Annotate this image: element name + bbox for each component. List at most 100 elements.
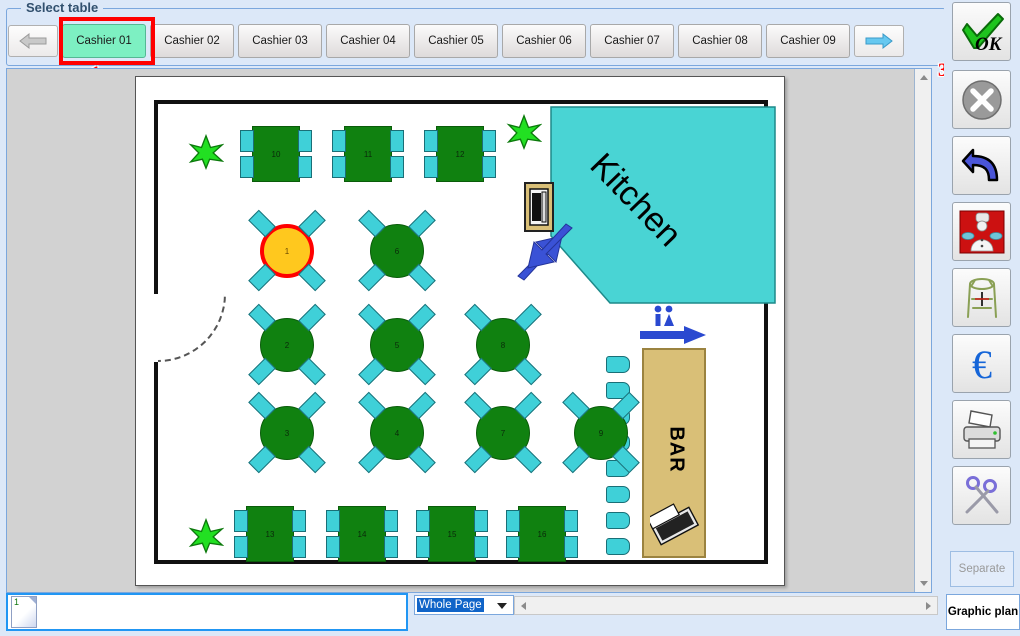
table-number: 12 [456,150,465,159]
gray-x-close-icon [960,78,1004,122]
table-group-12: 12 [436,126,484,182]
tab-cashier-04[interactable]: Cashier 04 [326,24,410,58]
table-group-1: 1 [260,224,314,278]
table-group-8: 8 [476,318,530,372]
tab-cashier-08[interactable]: Cashier 08 [678,24,762,58]
tab-label: Cashier 06 [516,35,572,47]
bar-label: BAR [665,420,688,480]
cancel-button[interactable] [952,70,1011,129]
table-group-7: 7 [476,406,530,460]
bar-stool[interactable] [606,512,630,529]
table-group-16: 16 [518,506,566,562]
svg-text:OK: OK [975,34,1003,54]
page-thumbnail[interactable]: 1 [11,596,37,628]
tab-next-button[interactable] [854,25,904,57]
separate-button[interactable]: Separate [950,551,1014,587]
canvas-vertical-scrollbar[interactable] [914,69,931,592]
chair [292,536,306,558]
tab-cashier-01[interactable]: Cashier 01 [62,24,146,58]
floorplan-canvas[interactable]: Kitchen [6,68,932,593]
printer-icon [959,408,1005,452]
payment-button[interactable]: € [952,334,1011,393]
bar-stool[interactable] [606,486,630,503]
chair [416,536,430,558]
restroom-direction-sign-icon [638,304,708,346]
svg-text:€: € [972,342,992,386]
tab-cashier-05[interactable]: Cashier 05 [414,24,498,58]
chair [390,156,404,178]
separate-label: Separate [959,563,1006,575]
table-16[interactable]: 16 [518,506,566,562]
bar-register-icon [650,502,700,550]
chair [474,510,488,532]
print-button[interactable] [952,400,1011,459]
table-number: 5 [395,341,399,350]
bar-stool[interactable] [606,356,630,373]
table-15[interactable]: 15 [428,506,476,562]
tab-cashier-02[interactable]: Cashier 02 [150,24,234,58]
ok-button[interactable]: OK [952,2,1011,61]
table-number: 15 [448,530,457,539]
waiter-button[interactable] [952,202,1011,261]
scroll-down-button[interactable] [915,575,932,592]
tab-cashier-06[interactable]: Cashier 06 [502,24,586,58]
page-thumbnail-panel[interactable]: 1 [6,593,408,631]
tab-prev-button[interactable] [8,25,58,57]
undo-button[interactable] [952,136,1011,195]
table-13[interactable]: 13 [246,506,294,562]
tab-cashier-03[interactable]: Cashier 03 [238,24,322,58]
chair [234,510,248,532]
table-10[interactable]: 10 [252,126,300,182]
table-group-10: 10 [252,126,300,182]
chair [326,536,340,558]
chair [298,130,312,152]
page-number: 1 [14,597,19,607]
tab-cashier-07[interactable]: Cashier 07 [590,24,674,58]
chair [474,536,488,558]
tab-label: Cashier 09 [780,35,836,47]
table-14[interactable]: 14 [338,506,386,562]
tab-cashier-09[interactable]: Cashier 09 [766,24,850,58]
add-table-button[interactable] [952,268,1011,327]
scroll-right-button[interactable] [920,597,937,614]
scissors-icon [959,474,1005,518]
bar-stool[interactable] [606,538,630,555]
chair [482,156,496,178]
chevron-down-icon [497,603,507,609]
kitchen-area[interactable] [550,106,776,306]
table-group-9: 9 [574,406,628,460]
horizontal-scrollbar[interactable] [514,596,938,615]
chair [292,510,306,532]
table-group-15: 15 [428,506,476,562]
tab-label: Cashier 02 [164,35,220,47]
stool-plus-icon [959,275,1005,321]
table-number: 14 [358,530,367,539]
scroll-up-button[interactable] [915,69,932,86]
scroll-left-button[interactable] [515,597,532,614]
table-11[interactable]: 11 [344,126,392,182]
zoom-value: Whole Page [417,598,484,612]
status-bar: 1 Whole Page [6,591,938,631]
zoom-select[interactable]: Whole Page [414,595,514,615]
chair [234,536,248,558]
table-group-5: 5 [370,318,424,372]
table-number: 11 [364,150,372,159]
plant-decoration-icon [188,134,224,170]
chair [384,536,398,558]
split-button[interactable] [952,466,1011,525]
cash-register-icon [528,187,550,227]
green-check-ok-icon: OK [958,10,1006,54]
table-number: 7 [501,429,505,438]
table-number: 3 [285,429,289,438]
table-number: 2 [285,341,289,350]
action-toolbar: OK [944,0,1020,636]
right-arrow-icon [864,32,894,50]
tab-label: Cashier 07 [604,35,660,47]
left-arrow-icon [18,32,48,50]
table-12[interactable]: 12 [436,126,484,182]
chair [298,156,312,178]
chair [564,510,578,532]
chair [326,510,340,532]
chair [506,510,520,532]
graphic-plan-button[interactable]: Graphic plan [946,594,1020,630]
